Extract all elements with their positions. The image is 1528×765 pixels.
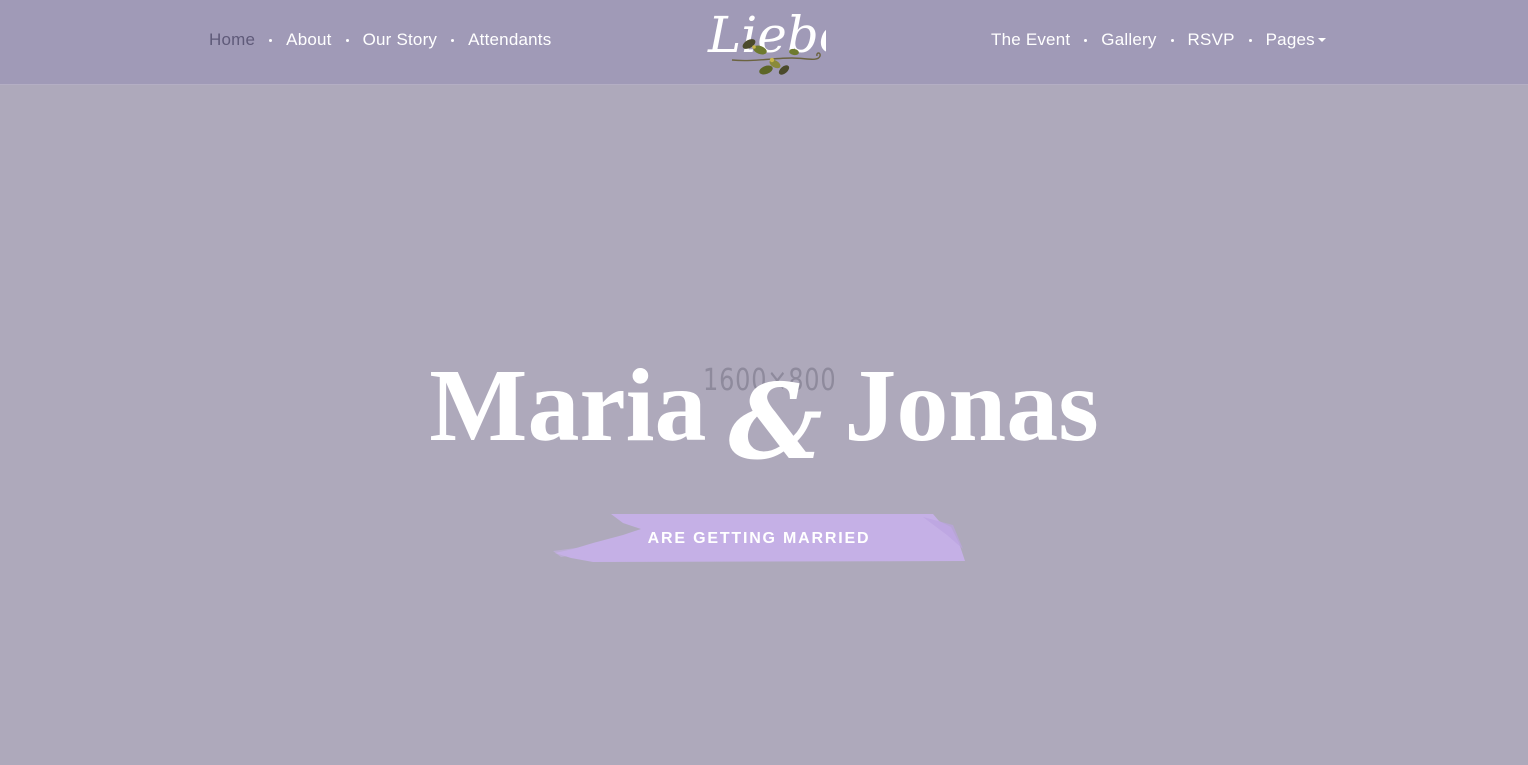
nav-item-attendants[interactable]: Attendants <box>468 30 551 50</box>
top-navigation-bar: Home About Our Story Attendants Liebe Th… <box>0 0 1528 85</box>
nav-item-pages-label: Pages <box>1265 30 1315 49</box>
nav-item-home[interactable]: Home <box>209 30 255 50</box>
hero-name-one: Maria <box>429 348 707 463</box>
nav-separator <box>1084 38 1088 42</box>
chevron-down-icon <box>1317 37 1326 42</box>
nav-item-pages[interactable]: Pages <box>1266 30 1326 50</box>
hero-couple-names: Maria & Jonas <box>0 348 1528 474</box>
nav-item-gallery[interactable]: Gallery <box>1101 30 1156 50</box>
leaf-vine-icon <box>731 39 821 75</box>
hero-ampersand: & <box>728 360 823 483</box>
nav-separator <box>269 38 273 42</box>
hero-tagline: ARE GETTING MARRIED <box>647 530 871 547</box>
site-logo[interactable]: Liebe <box>704 0 826 82</box>
nav-separator <box>451 38 455 42</box>
nav-item-rsvp[interactable]: RSVP <box>1188 30 1235 50</box>
primary-nav-left: Home About Our Story Attendants <box>209 0 551 80</box>
nav-item-the-event[interactable]: The Event <box>991 30 1070 50</box>
nav-separator <box>1170 38 1174 42</box>
nav-item-about[interactable]: About <box>286 30 331 50</box>
primary-nav-right: The Event Gallery RSVP Pages <box>991 0 1326 80</box>
nav-item-our-story[interactable]: Our Story <box>363 30 438 50</box>
hero-name-two: Jonas <box>844 348 1099 463</box>
nav-separator <box>345 38 349 42</box>
nav-separator <box>1248 38 1252 42</box>
